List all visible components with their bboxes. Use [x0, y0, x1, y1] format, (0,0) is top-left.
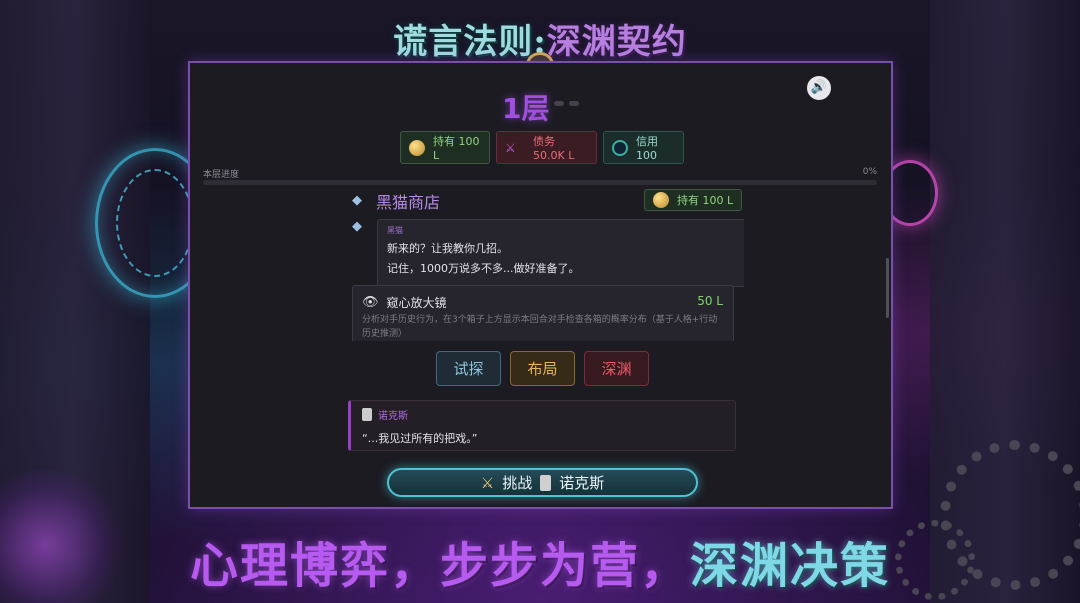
cat-icon: ◆ [352, 193, 362, 208]
stat-bar: 持有 100 L ⚔ 债务 50.0K L 信用 100 [400, 131, 684, 164]
shop-header: ◆ 黑猫商店 [352, 189, 440, 213]
npc-bubble: 黑猫 新来的？让我教你几招。 记住，1000万说多不多...做好准备了。 [377, 219, 744, 287]
challenge-label: 挑战 [502, 474, 533, 492]
slogan: 心理博弈，步步为营，深渊决策 [189, 538, 891, 594]
swords-icon: ⚔ [480, 473, 495, 492]
debt-stat: ⚔ 债务 50.0K L [496, 131, 597, 164]
credit-stat: 信用 100 [603, 131, 684, 164]
coin-icon [653, 192, 669, 208]
item-header: 👁 窥心放大镜 [362, 294, 447, 311]
npc-dialogue: ◆ 黑猫 新来的？让我教你几招。 记住，1000万说多不多...做好准备了。 [352, 219, 744, 287]
progress-percent: 0% [862, 167, 877, 177]
hold-stat: 持有 100 L [400, 131, 490, 164]
credit-icon [612, 139, 628, 156]
npc-line: 记住，1000万说多不多...做好准备了。 [387, 262, 580, 275]
speaker-icon: 🔊 [810, 80, 828, 95]
eye-icon: 👁 [362, 295, 379, 310]
floor-dot [569, 101, 579, 106]
progress-bar [203, 180, 877, 185]
coin-icon [409, 139, 425, 156]
action-buttons: 试探 布局 深渊 [436, 351, 649, 386]
npc-line: 新来的？让我教你几招。 [387, 242, 508, 255]
opponent-quote: “...我见过所有的把戏。” [362, 432, 478, 445]
item-description: 分析对手历史行为，在3个箱子上方显示本回合对手检查各箱的概率分布（基于人格+行动… [362, 315, 718, 339]
floor-label: 1层 [502, 92, 550, 125]
game-panel: 1层 🔊 持有 100 L ⚔ 债务 50.0K L 信用 100 本层进度 0… [188, 61, 893, 509]
abyss-button[interactable]: 深渊 [584, 351, 649, 386]
floor-indicator [554, 101, 579, 106]
sound-toggle-button[interactable]: 🔊 [807, 76, 831, 100]
shop-hold-label: 持有 100 L [677, 194, 734, 207]
layout-button[interactable]: 布局 [510, 351, 575, 386]
cat-avatar-icon: ◆ [352, 219, 362, 234]
panel-scrollbar[interactable] [886, 258, 889, 318]
floor-dot [554, 101, 564, 106]
opponent-icon [540, 474, 552, 491]
hold-stat-label: 持有 100 L [433, 135, 480, 162]
item-price: 50 L [697, 294, 723, 308]
progress-label: 本层进度 [203, 170, 240, 180]
item-name: 窥心放大镜 [386, 296, 447, 310]
opponent-card: 诺克斯 “...我见过所有的把戏。” [348, 400, 736, 451]
shop-section: ◆ 黑猫商店 持有 100 L ◆ 黑猫 新来的？让我教你几招。 记住，1000… [342, 189, 744, 341]
shop-hold-badge: 持有 100 L [644, 189, 743, 211]
opponent-name: 诺克斯 [378, 411, 408, 422]
opponent-icon [362, 408, 372, 421]
npc-name: 黑猫 [387, 226, 403, 235]
probe-button[interactable]: 试探 [436, 351, 501, 386]
challenge-button[interactable]: ⚔ 挑战 诺克斯 [387, 468, 698, 497]
dagger-icon: ⚔ [505, 140, 516, 155]
shop-title: 黑猫商店 [376, 193, 441, 212]
credit-stat-label: 信用 100 [636, 135, 658, 162]
challenge-opponent: 诺克斯 [559, 474, 605, 492]
debt-stat-label: 债务 50.0K L [533, 135, 575, 162]
shop-item-card[interactable]: 👁 窥心放大镜 50 L 分析对手历史行为，在3个箱子上方显示本回合对手检查各箱… [352, 285, 734, 341]
opponent-header: 诺克斯 [362, 407, 724, 422]
